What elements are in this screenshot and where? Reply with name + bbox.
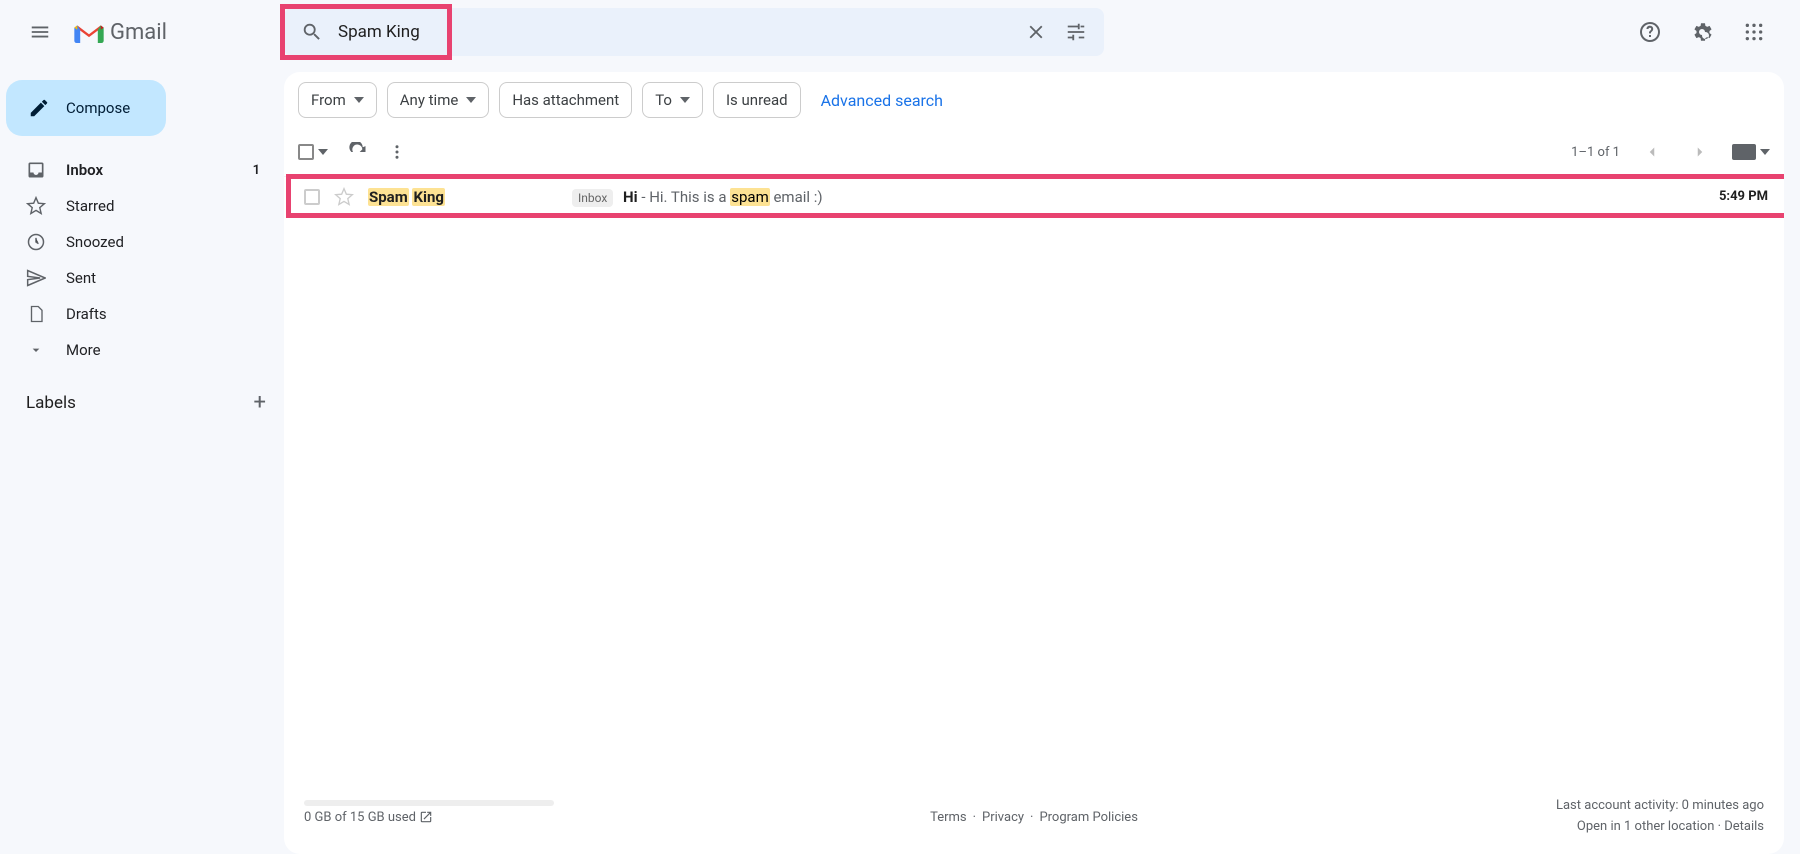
pencil-icon (28, 97, 50, 119)
more-button[interactable] (388, 143, 406, 161)
filter-to[interactable]: To (642, 82, 703, 118)
sidebar-item-label: Snoozed (66, 233, 124, 251)
sidebar-item-label: Sent (66, 269, 96, 287)
email-row[interactable]: Spam King Inbox Hi - Hi. This is a spam … (284, 176, 1784, 216)
send-icon (26, 268, 46, 288)
search-icon[interactable] (292, 12, 332, 52)
search-box (284, 8, 1104, 56)
sidebar-item-more[interactable]: More (0, 332, 284, 368)
inbox-icon (26, 160, 46, 180)
next-page-button[interactable] (1684, 136, 1716, 168)
caret-down-icon (680, 97, 690, 103)
email-summary: Inbox Hi - Hi. This is a spam email :) (572, 188, 823, 206)
main-menu-button[interactable] (16, 8, 64, 56)
gmail-logo[interactable]: Gmail (74, 20, 167, 45)
search-input[interactable] (332, 22, 1016, 42)
row-checkbox[interactable] (304, 189, 320, 205)
email-time: 5:49 PM (1719, 189, 1768, 204)
activity-text: Last account activity: 0 minutes ago (1556, 796, 1764, 817)
email-sender: Spam King (368, 188, 558, 206)
sidebar-item-label: More (66, 341, 101, 359)
caret-down-icon (1760, 149, 1770, 155)
external-link-icon (419, 810, 433, 824)
caret-down-icon (318, 149, 328, 155)
input-tools-button[interactable] (1732, 144, 1770, 160)
sidebar-item-label: Inbox (66, 161, 103, 179)
apps-button[interactable] (1732, 10, 1776, 54)
details-text[interactable]: Open in 1 other location · Details (1556, 817, 1764, 838)
filter-any-time[interactable]: Any time (387, 82, 490, 118)
sidebar-item-snoozed[interactable]: Snoozed (0, 224, 284, 260)
caret-down-icon (354, 97, 364, 103)
sidebar-item-starred[interactable]: Starred (0, 188, 284, 224)
labels-heading: Labels (26, 393, 76, 413)
filter-is-unread[interactable]: Is unread (713, 82, 801, 118)
filter-from[interactable]: From (298, 82, 377, 118)
filter-has-attachment[interactable]: Has attachment (499, 82, 632, 118)
sidebar-item-sent[interactable]: Sent (0, 260, 284, 296)
star-icon (26, 196, 46, 216)
sidebar-item-inbox[interactable]: Inbox 1 (0, 152, 284, 188)
select-all-checkbox[interactable] (298, 144, 328, 160)
inbox-count: 1 (253, 163, 260, 178)
gmail-logo-icon (74, 21, 104, 43)
advanced-search-link[interactable]: Advanced search (821, 91, 943, 110)
pagination-text: 1–1 of 1 (1571, 145, 1620, 160)
gmail-logo-text: Gmail (110, 20, 167, 45)
inbox-label: Inbox (572, 189, 613, 207)
clock-icon (26, 232, 46, 252)
compose-button[interactable]: Compose (6, 80, 166, 136)
clear-search-button[interactable] (1016, 12, 1056, 52)
storage-text: 0 GB of 15 GB used (304, 810, 433, 825)
sidebar-item-label: Starred (66, 197, 114, 215)
keyboard-icon (1732, 144, 1756, 160)
chevron-down-icon (26, 342, 46, 358)
privacy-link[interactable]: Privacy (982, 810, 1024, 825)
create-label-button[interactable]: + (254, 390, 266, 415)
support-button[interactable] (1628, 10, 1672, 54)
sidebar-item-label: Drafts (66, 305, 107, 323)
refresh-button[interactable] (348, 142, 368, 162)
search-options-button[interactable] (1056, 12, 1096, 52)
file-icon (26, 304, 46, 324)
compose-label: Compose (66, 99, 130, 117)
sidebar-item-drafts[interactable]: Drafts (0, 296, 284, 332)
prev-page-button[interactable] (1636, 136, 1668, 168)
terms-link[interactable]: Terms (930, 810, 967, 825)
policies-link[interactable]: Program Policies (1039, 810, 1137, 825)
caret-down-icon (466, 97, 476, 103)
settings-button[interactable] (1680, 10, 1724, 54)
star-toggle[interactable] (334, 187, 354, 207)
